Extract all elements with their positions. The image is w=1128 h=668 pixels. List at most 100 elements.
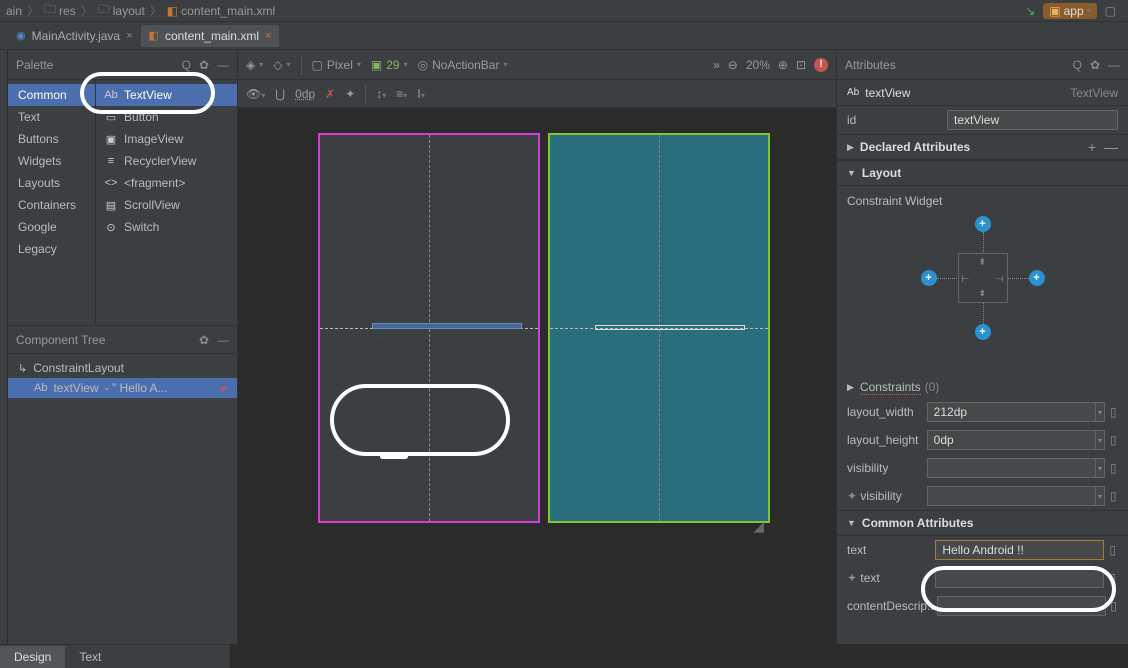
error-icon[interactable]: ● <box>220 381 227 395</box>
flag-icon[interactable]: ▯ <box>1108 402 1118 422</box>
visibility-input[interactable] <box>927 458 1096 478</box>
tools-text-input[interactable] <box>935 568 1104 588</box>
more-icon[interactable]: » <box>713 58 720 72</box>
palette-title: Palette <box>16 58 53 72</box>
tree-child-textview[interactable]: Ab textView- " Hello A... ● <box>8 378 237 398</box>
section-declared-attributes[interactable]: ▶ Declared Attributes +— <box>837 134 1128 160</box>
flag-icon[interactable]: ▯ <box>1108 430 1118 450</box>
breadcrumb-item[interactable]: ◧content_main.xml <box>165 4 277 18</box>
build-icon[interactable]: ↘ <box>1025 4 1035 18</box>
close-icon[interactable]: × <box>265 30 271 42</box>
add-constraint-left[interactable]: + <box>921 270 937 286</box>
attr-label: visibility <box>847 461 927 475</box>
view-options-icon[interactable]: 👁▾ <box>246 87 265 101</box>
palette-item-textview[interactable]: AbTextView <box>96 84 237 106</box>
breadcrumb-item[interactable]: 🗀res <box>42 0 78 21</box>
add-icon[interactable]: + <box>1088 139 1096 155</box>
pack-icon[interactable]: ↕▾ <box>376 87 386 101</box>
bottom-tab-design[interactable]: Design <box>0 646 65 668</box>
section-layout[interactable]: ▼ Layout <box>837 160 1128 186</box>
remove-icon[interactable]: — <box>1104 139 1118 155</box>
dropdown-icon[interactable]: ▾ <box>1096 486 1106 506</box>
textview-widget[interactable] <box>372 323 522 329</box>
infer-constraints-icon[interactable]: ✦ <box>345 87 355 101</box>
palette-item-scrollview[interactable]: ▤ScrollView <box>96 194 237 216</box>
section-constraints[interactable]: ▶ Constraints (0) <box>837 376 1128 398</box>
zoom-out-icon[interactable]: ⊖ <box>728 58 738 72</box>
contentdescription-input[interactable] <box>937 596 1106 616</box>
palette-cat-common[interactable]: Common <box>8 84 95 106</box>
breadcrumb-item[interactable]: 🗀layout <box>96 0 147 21</box>
add-constraint-top[interactable]: + <box>975 216 991 232</box>
flag-icon[interactable]: ▯ <box>1107 568 1118 588</box>
gear-icon[interactable]: ✿ <box>199 58 209 72</box>
add-constraint-right[interactable]: + <box>1029 270 1045 286</box>
gear-icon[interactable]: ✿ <box>1090 58 1100 72</box>
resize-handle-icon[interactable]: ◢ <box>753 518 764 535</box>
palette-items: AbTextView ▭Button ▣ImageView ≡RecyclerV… <box>96 80 237 325</box>
palette-cat-buttons[interactable]: Buttons <box>8 128 95 150</box>
id-input[interactable] <box>947 110 1118 130</box>
add-constraint-bottom[interactable]: + <box>975 324 991 340</box>
spring-icon: ⇞ <box>979 257 987 268</box>
gear-icon[interactable]: ✿ <box>199 333 209 347</box>
run-config-selector[interactable]: ▣app▾ <box>1043 3 1096 19</box>
magnet-icon[interactable]: ⋃ <box>275 87 285 101</box>
flag-icon[interactable]: ▯ <box>1109 596 1118 616</box>
search-icon[interactable]: Q <box>182 58 191 72</box>
palette-item-fragment[interactable]: <><fragment> <box>96 172 237 194</box>
align-icon[interactable]: ≡▾ <box>396 87 407 101</box>
constraint-widget[interactable]: ⇞ ⇟ ⊢ ⊣ + + + + <box>923 218 1043 338</box>
search-icon[interactable]: Q <box>1073 58 1082 72</box>
device-selector[interactable]: ▢ Pixel▾ <box>312 58 361 72</box>
attr-label: contentDescrip... <box>847 599 937 613</box>
palette-cat-text[interactable]: Text <box>8 106 95 128</box>
palette-item-imageview[interactable]: ▣ImageView <box>96 128 237 150</box>
constraint-inner-box[interactable]: ⇞ ⇟ ⊢ ⊣ <box>958 253 1008 303</box>
design-surface-selector[interactable]: ◈▾ <box>246 58 263 72</box>
palette-item-recyclerview[interactable]: ≡RecyclerView <box>96 150 237 172</box>
clear-constraints-icon[interactable]: ✗ <box>325 87 335 101</box>
design-surface[interactable]: text <box>318 133 540 523</box>
tree-root[interactable]: ↳ ConstraintLayout <box>8 358 237 378</box>
editor-tab[interactable]: ◧ content_main.xml × <box>141 25 280 47</box>
zoom-fit-icon[interactable]: ⊡ <box>796 58 806 72</box>
palette-cat-layouts[interactable]: Layouts <box>8 172 95 194</box>
flag-icon[interactable]: ▯ <box>1107 540 1118 560</box>
minimize-icon[interactable]: — <box>217 333 229 347</box>
close-icon[interactable]: × <box>126 30 132 42</box>
editor-tab[interactable]: ◉ MainActivity.java × <box>8 25 141 47</box>
palette-cat-google[interactable]: Google <box>8 216 95 238</box>
dropdown-icon[interactable]: ▾ <box>1096 458 1106 478</box>
breadcrumb-item[interactable]: ain <box>4 4 24 18</box>
device-selector-icon[interactable]: ▢ <box>1105 4 1116 18</box>
zoom-in-icon[interactable]: ⊕ <box>778 58 788 72</box>
palette-item-button[interactable]: ▭Button <box>96 106 237 128</box>
minimize-icon[interactable]: — <box>217 58 229 72</box>
layout-height-input[interactable] <box>927 430 1096 450</box>
textview-widget-blueprint[interactable] <box>595 325 745 330</box>
palette-cat-containers[interactable]: Containers <box>8 194 95 216</box>
minimize-icon[interactable]: — <box>1108 58 1120 72</box>
palette-cat-legacy[interactable]: Legacy <box>8 238 95 260</box>
layout-width-input[interactable] <box>927 402 1096 422</box>
flag-icon[interactable]: ▯ <box>1108 458 1118 478</box>
guidelines-icon[interactable]: Ⅰ▾ <box>417 87 425 101</box>
orientation-selector[interactable]: ◇▾ <box>273 58 290 72</box>
tools-visibility-input[interactable] <box>927 486 1096 506</box>
dropdown-icon[interactable]: ▾ <box>1096 402 1106 422</box>
bottom-tab-text[interactable]: Text <box>65 646 115 668</box>
api-selector[interactable]: ▣ 29▾ <box>371 58 408 72</box>
text-input[interactable] <box>935 540 1104 560</box>
design-canvas[interactable]: text ◢ <box>238 108 836 644</box>
error-badge[interactable]: ! <box>814 58 828 72</box>
flag-icon[interactable]: ▯ <box>1108 486 1118 506</box>
blueprint-surface[interactable]: ◢ <box>548 133 770 523</box>
theme-selector[interactable]: ◎ NoActionBar▾ <box>418 58 508 72</box>
dropdown-icon[interactable]: ▾ <box>1096 430 1106 450</box>
editor-tabs: ◉ MainActivity.java × ◧ content_main.xml… <box>0 22 1128 50</box>
section-common-attributes[interactable]: ▼ Common Attributes <box>837 510 1128 536</box>
palette-cat-widgets[interactable]: Widgets <box>8 150 95 172</box>
default-margin[interactable]: 0dp <box>295 87 315 101</box>
palette-item-switch[interactable]: ⊙Switch <box>96 216 237 238</box>
